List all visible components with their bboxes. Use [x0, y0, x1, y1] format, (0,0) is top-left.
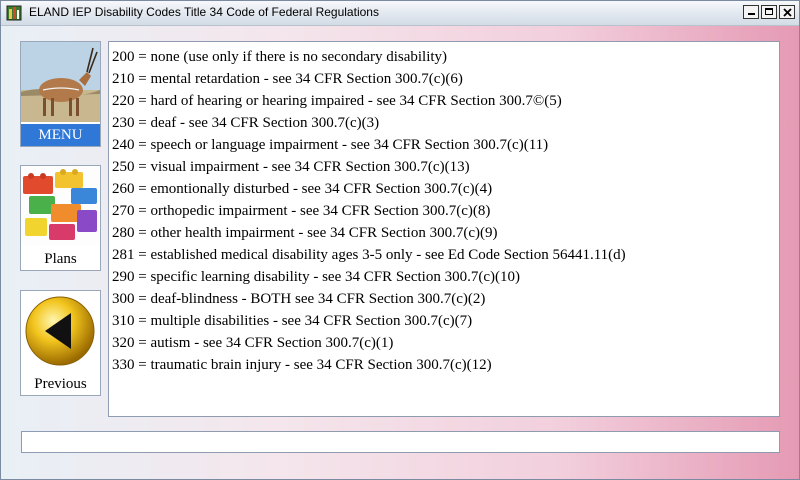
code-item[interactable]: 270 = orthopedic impairment - see 34 CFR…	[112, 200, 779, 222]
code-item[interactable]: 240 = speech or language impairment - se…	[112, 134, 779, 156]
title-bar[interactable]: ELAND IEP Disability Codes Title 34 Code…	[1, 1, 799, 26]
close-icon	[783, 8, 792, 17]
code-item[interactable]: 320 = autism - see 34 CFR Section 300.7(…	[112, 332, 779, 354]
code-item[interactable]: 330 = traumatic brain injury - see 34 CF…	[112, 354, 779, 376]
plans-label: Plans	[21, 248, 100, 270]
back-arrow-icon	[21, 291, 100, 371]
app-icon	[6, 5, 22, 21]
code-item[interactable]: 290 = specific learning disability - see…	[112, 266, 779, 288]
codes-list-box[interactable]: 200 = none (use only if there is no seco…	[108, 41, 780, 417]
plans-button[interactable]: Plans	[20, 165, 101, 271]
app-window: ELAND IEP Disability Codes Title 34 Code…	[0, 0, 800, 480]
building-blocks-icon	[21, 166, 100, 246]
window-title: ELAND IEP Disability Codes Title 34 Code…	[29, 5, 379, 19]
codes-list: 200 = none (use only if there is no seco…	[109, 42, 779, 376]
close-button[interactable]	[779, 5, 795, 19]
maximize-button[interactable]	[761, 5, 777, 19]
code-item[interactable]: 310 = multiple disabilities - see 34 CFR…	[112, 310, 779, 332]
status-field[interactable]	[21, 431, 780, 453]
minimize-button[interactable]	[743, 5, 759, 19]
code-item[interactable]: 250 = visual impairment - see 34 CFR Sec…	[112, 156, 779, 178]
code-item[interactable]: 220 = hard of hearing or hearing impaire…	[112, 90, 779, 112]
code-item[interactable]: 200 = none (use only if there is no seco…	[112, 46, 779, 68]
menu-button[interactable]: MENU	[20, 41, 101, 147]
code-item[interactable]: 260 = emontionally disturbed - see 34 CF…	[112, 178, 779, 200]
previous-label: Previous	[21, 373, 100, 395]
menu-label: MENU	[21, 124, 100, 146]
code-item[interactable]: 300 = deaf-blindness - BOTH see 34 CFR S…	[112, 288, 779, 310]
previous-button[interactable]: Previous	[20, 290, 101, 396]
code-item[interactable]: 281 = established medical disability age…	[112, 244, 779, 266]
eland-icon	[21, 42, 100, 122]
code-item[interactable]: 280 = other health impairment - see 34 C…	[112, 222, 779, 244]
code-item[interactable]: 210 = mental retardation - see 34 CFR Se…	[112, 68, 779, 90]
code-item[interactable]: 230 = deaf - see 34 CFR Section 300.7(c)…	[112, 112, 779, 134]
